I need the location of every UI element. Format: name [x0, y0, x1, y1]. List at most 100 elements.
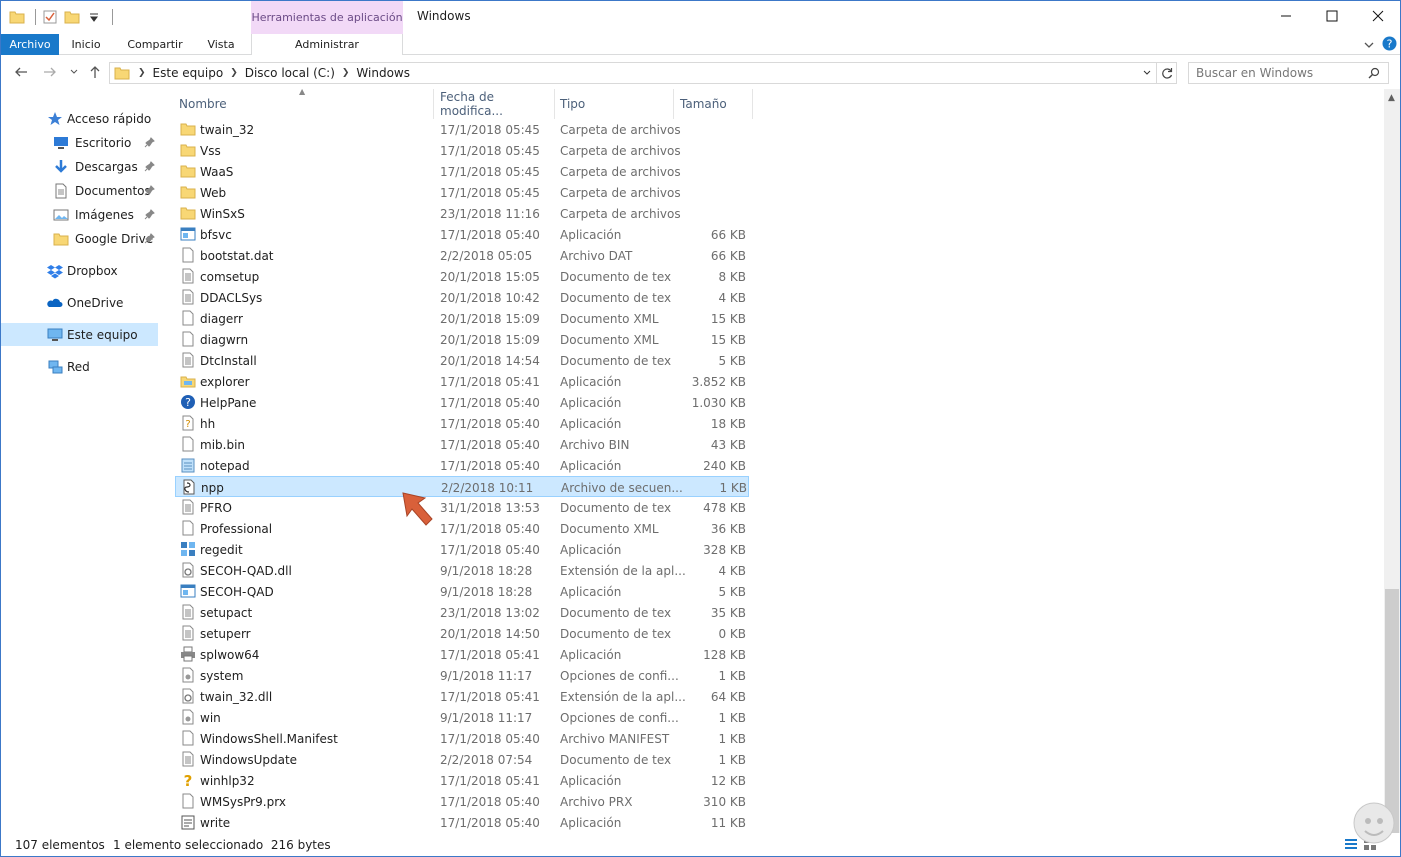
file-row[interactable]: write 17/1/2018 05:40 Aplicación 11 KB: [175, 812, 749, 833]
file-row[interactable]: DDACLSys 20/1/2018 10:42 Documento de tex 4…: [175, 287, 749, 308]
file-row[interactable]: diagwrn 20/1/2018 15:09 Documento XML 15 KB: [175, 329, 749, 350]
tab-vista[interactable]: Vista: [199, 34, 243, 55]
file-row[interactable]: splwow64 17/1/2018 05:41 Aplicación 128 KB: [175, 644, 749, 665]
file-row[interactable]: WinSxS 23/1/2018 11:16 Carpeta de archivos: [175, 203, 749, 224]
column-date[interactable]: Fecha de modifica...: [435, 89, 555, 119]
nav-este-equipo[interactable]: Este equipo: [1, 323, 158, 346]
breadcrumb-disco-local[interactable]: Disco local (C:): [245, 66, 335, 80]
file-row[interactable]: bfsvc 17/1/2018 05:40 Aplicación 66 KB: [175, 224, 749, 245]
nav-dropbox[interactable]: Dropbox: [1, 259, 158, 282]
file-row[interactable]: Vss 17/1/2018 05:45 Carpeta de archivos: [175, 140, 749, 161]
new-folder-icon[interactable]: [64, 9, 80, 25]
file-row[interactable]: WaaS 17/1/2018 05:45 Carpeta de archivos: [175, 161, 749, 182]
pin-icon[interactable]: [144, 185, 155, 196]
file-date: 17/1/2018 05:40: [440, 815, 540, 830]
nav-onedrive[interactable]: OneDrive: [1, 291, 158, 314]
back-button[interactable]: [13, 64, 29, 80]
file-row[interactable]: ? HelpPane 17/1/2018 05:40 Aplicación 1.030 …: [175, 392, 749, 413]
file-row[interactable]: WMSysPr9.prx 17/1/2018 05:40 Archivo PRX 31…: [175, 791, 749, 812]
pin-icon[interactable]: [144, 137, 155, 148]
pin-icon[interactable]: [144, 209, 155, 220]
file-row[interactable]: Web 17/1/2018 05:45 Carpeta de archivos: [175, 182, 749, 203]
file-row[interactable]: diagerr 20/1/2018 15:09 Documento XML 15 KB: [175, 308, 749, 329]
nav-item-google-drive[interactable]: Google Drive: [1, 227, 158, 250]
file-row[interactable]: system 9/1/2018 11:17 Opciones de confi...…: [175, 665, 749, 686]
file-row[interactable]: DtcInstall 20/1/2018 14:54 Documento de te…: [175, 350, 749, 371]
chevron-down-icon[interactable]: [1142, 68, 1152, 78]
file-name: win: [200, 710, 221, 725]
up-button[interactable]: [87, 64, 103, 80]
file-size: 5 KB: [718, 353, 746, 368]
maximize-button[interactable]: [1309, 1, 1355, 31]
chevron-down-icon[interactable]: [1363, 39, 1375, 51]
file-date: 20/1/2018 14:54: [440, 353, 540, 368]
file-row[interactable]: PFRO 31/1/2018 13:53 Documento de tex 478 K…: [175, 497, 749, 518]
selection-info: 1 elemento seleccionado 216 bytes: [113, 837, 331, 852]
file-name: npp: [201, 480, 224, 495]
vertical-scrollbar[interactable]: ▲: [1384, 89, 1400, 833]
nav-item-imágenes[interactable]: Imágenes: [1, 203, 158, 226]
column-type[interactable]: Tipo: [555, 89, 674, 119]
nav-quick-access[interactable]: Acceso rápido: [1, 107, 158, 130]
file-row[interactable]: twain_32.dll 17/1/2018 05:41 Extensión de …: [175, 686, 749, 707]
nav-red[interactable]: Red: [1, 355, 158, 378]
file-row[interactable]: WindowsShell.Manifest 17/1/2018 05:40 Arch…: [175, 728, 749, 749]
text-file-icon: [182, 751, 194, 767]
file-row[interactable]: SECOH-QAD.dll 9/1/2018 18:28 Extensión de …: [175, 560, 749, 581]
column-name[interactable]: Nombre: [174, 89, 434, 119]
recent-locations-button[interactable]: [66, 64, 82, 80]
file-row[interactable]: bootstat.dat 2/2/2018 05:05 Archivo DAT 66 …: [175, 245, 749, 266]
minimize-button[interactable]: [1263, 1, 1309, 31]
folder-icon[interactable]: [9, 9, 25, 25]
properties-icon[interactable]: [42, 9, 58, 25]
file-row[interactable]: ? hh 17/1/2018 05:40 Aplicación 18 KB: [175, 413, 749, 434]
file-row[interactable]: mib.bin 17/1/2018 05:40 Archivo BIN 43 KB: [175, 434, 749, 455]
tab-compartir[interactable]: Compartir: [119, 34, 191, 55]
file-row[interactable]: setupact 23/1/2018 13:02 Documento de tex 3…: [175, 602, 749, 623]
pin-icon[interactable]: [144, 233, 155, 244]
nav-label: Acceso rápido: [67, 111, 152, 126]
file-row[interactable]: setuperr 20/1/2018 14:50 Documento de tex 0…: [175, 623, 749, 644]
file-row[interactable]: ? winhlp32 17/1/2018 05:41 Aplicación 12 KB: [175, 770, 749, 791]
file-row[interactable]: explorer 17/1/2018 05:41 Aplicación 3.852 K…: [175, 371, 749, 392]
nav-item-escritorio[interactable]: Escritorio: [1, 131, 158, 154]
scroll-up-icon[interactable]: ▲: [1388, 93, 1395, 103]
file-row[interactable]: WindowsUpdate 2/2/2018 07:54 Documento de …: [175, 749, 749, 770]
file-row[interactable]: npp 2/2/2018 10:11 Archivo de secuen... 1 K…: [175, 476, 749, 497]
tab-archivo[interactable]: Archivo: [1, 34, 59, 55]
refresh-button[interactable]: [1157, 62, 1177, 84]
pin-icon[interactable]: [144, 161, 155, 172]
chevron-right-icon[interactable]: ❯: [138, 68, 146, 78]
arrow-right-icon: [44, 67, 56, 77]
nav-item-descargas[interactable]: Descargas: [1, 155, 158, 178]
address-bar[interactable]: ❯ Este equipo ❯ Disco local (C:) ❯ Windo…: [109, 62, 1157, 84]
file-row[interactable]: twain_32 17/1/2018 05:45 Carpeta de archiv…: [175, 119, 749, 140]
file-row[interactable]: regedit 17/1/2018 05:40 Aplicación 328 KB: [175, 539, 749, 560]
chevron-right-icon[interactable]: ❯: [342, 68, 350, 78]
breadcrumb-windows[interactable]: Windows: [356, 66, 410, 80]
forward-button[interactable]: [42, 64, 58, 80]
column-size[interactable]: Tamaño: [675, 89, 753, 119]
file-row[interactable]: Professional 17/1/2018 05:40 Documento XML…: [175, 518, 749, 539]
file-type: Archivo MANIFEST: [560, 731, 670, 746]
notepad-file-icon: [181, 458, 195, 473]
search-input[interactable]: Buscar en Windows: [1188, 62, 1389, 84]
tab-inicio[interactable]: Inicio: [63, 34, 109, 55]
file-row[interactable]: SECOH-QAD 9/1/2018 18:28 Aplicación 5 KB: [175, 581, 749, 602]
scrollbar-thumb[interactable]: [1385, 589, 1399, 833]
file-date: 9/1/2018 11:17: [440, 668, 533, 683]
nav-item-documentos[interactable]: Documentos: [1, 179, 158, 202]
file-name: diagwrn: [200, 332, 249, 347]
file-row[interactable]: notepad 17/1/2018 05:40 Aplicación 240 KB: [175, 455, 749, 476]
search-icon[interactable]: [1368, 67, 1380, 79]
customize-toolbar-icon[interactable]: [86, 9, 102, 25]
breadcrumb-este-equipo[interactable]: Este equipo: [153, 66, 224, 80]
close-button[interactable]: [1355, 1, 1401, 31]
file-file-icon: [182, 520, 194, 536]
file-row[interactable]: comsetup 20/1/2018 15:05 Documento de tex 8…: [175, 266, 749, 287]
help-icon[interactable]: ?: [1382, 36, 1397, 51]
file-name: SECOH-QAD.dll: [200, 563, 292, 578]
chevron-right-icon[interactable]: ❯: [230, 68, 238, 78]
file-row[interactable]: win 9/1/2018 11:17 Opciones de confi... 1 K…: [175, 707, 749, 728]
tab-administrar[interactable]: Administrar: [251, 34, 403, 55]
